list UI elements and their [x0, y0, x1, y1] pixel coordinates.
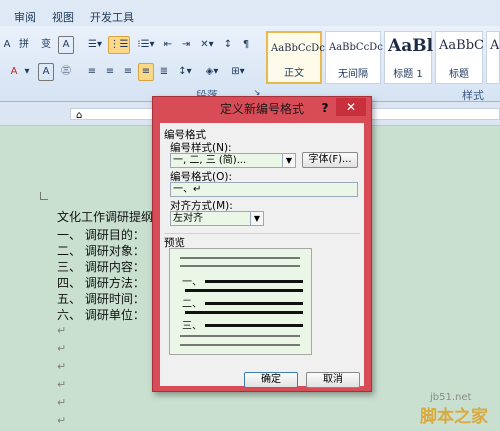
char-frame-icon[interactable]: A: [58, 36, 74, 54]
numbered-list-icon[interactable]: ⋮☰: [108, 36, 130, 54]
align-right-icon[interactable]: ≡: [120, 63, 136, 81]
style-sample: Aa: [490, 38, 500, 53]
paragraph-mark: ↵: [57, 378, 67, 391]
ribbon: A 拼 变 A A ▾ A ㊂ ☰▾ ⋮☰ ⁝☰▾ ⇤ ⇥ ✕▾ ↕ ¶ ≡ ≡…: [0, 26, 500, 102]
line-spacing-icon[interactable]: ↕▾: [174, 63, 196, 81]
style-name: 无间隔: [338, 69, 368, 80]
preview-line: [180, 257, 300, 259]
chevron-down-icon[interactable]: ▼: [250, 212, 263, 225]
close-icon[interactable]: ✕: [336, 98, 366, 116]
increase-indent-icon[interactable]: ⇥: [178, 36, 194, 54]
number-style-value: 一, 二, 三 (简)...: [173, 155, 247, 166]
style-sample: AaBbCcDc: [271, 43, 325, 54]
chevron-down-icon[interactable]: ▾: [22, 63, 32, 81]
font-size-icon[interactable]: A: [0, 36, 14, 54]
decrease-indent-icon[interactable]: ⇤: [160, 36, 176, 54]
preview-line: [180, 335, 300, 337]
preview-line: [205, 280, 303, 283]
tab-view[interactable]: 视图: [52, 9, 74, 25]
sort-icon[interactable]: ↕: [220, 36, 236, 54]
preview-number: 二、: [182, 299, 202, 310]
font-color-icon[interactable]: A: [6, 63, 22, 81]
doc-line: 六、 调研单位：: [57, 308, 145, 322]
font-button[interactable]: 字体(F)...: [302, 152, 358, 168]
paragraph-mark: ↵: [57, 324, 67, 337]
cancel-button[interactable]: 取消: [306, 372, 360, 388]
doc-line: 一、 调研目的：: [57, 228, 145, 242]
paragraph-mark: ↵: [57, 360, 67, 373]
justify-icon[interactable]: ≡: [138, 63, 154, 81]
number-format-input[interactable]: 一、↵: [170, 182, 358, 197]
define-numbering-dialog: 定义新编号格式 ? ✕ 编号格式 编号样式(N): 一, 二, 三 (简)...…: [152, 96, 372, 392]
style-name: 标题: [449, 69, 469, 80]
style-sample: AaBbC: [439, 38, 484, 53]
char-border-icon[interactable]: 变: [38, 36, 54, 54]
chinese-layout-icon[interactable]: ✕▾: [196, 36, 218, 54]
distributed-icon[interactable]: ≣: [156, 63, 172, 81]
style-card-title[interactable]: AaBbC 标题: [435, 31, 484, 84]
number-style-select[interactable]: 一, 二, 三 (简)... ▼: [170, 153, 296, 168]
preview-box: 一、 二、 三、: [169, 248, 312, 355]
align-left-icon[interactable]: ≡: [84, 63, 100, 81]
preview-number: 三、: [182, 321, 202, 332]
paragraph-mark: ↵: [57, 414, 67, 427]
preview-line: [185, 289, 303, 292]
indent-marker-icon[interactable]: ⌂: [76, 110, 82, 121]
style-card-partial[interactable]: Aa: [486, 31, 500, 84]
preview-line: [205, 324, 303, 327]
alignment-value: 左对齐: [173, 213, 203, 224]
ok-button[interactable]: 确定: [244, 372, 298, 388]
dialog-body: 编号格式 编号样式(N): 一, 二, 三 (简)... ▼ 字体(F)... …: [160, 123, 364, 388]
style-sample: AaBl: [388, 36, 434, 56]
margin-corner-mark: [40, 192, 48, 200]
preview-number: 一、: [182, 277, 202, 288]
preview-line: [205, 302, 303, 305]
paragraph-mark: ↵: [57, 396, 67, 409]
doc-line: 二、 调研对象：: [57, 244, 145, 258]
number-format-value: 一、↵: [173, 184, 202, 195]
doc-line-title: 文化工作调研提纲↵: [57, 210, 164, 224]
ribbon-tab-bar: 审阅 视图 开发工具: [0, 6, 500, 26]
help-icon[interactable]: ?: [318, 99, 332, 117]
show-marks-icon[interactable]: ¶: [238, 36, 254, 54]
doc-line: 三、 调研内容：: [57, 260, 145, 274]
doc-line: 五、 调研时间：: [57, 292, 145, 306]
borders-icon[interactable]: ⊞▾: [226, 63, 250, 81]
tab-review[interactable]: 审阅: [14, 9, 36, 25]
bullet-list-icon[interactable]: ☰▾: [84, 36, 106, 54]
multilevel-list-icon[interactable]: ⁝☰▾: [134, 36, 158, 54]
group-label-styles: 样式: [462, 89, 484, 102]
style-sample: AaBbCcDc: [329, 42, 383, 53]
style-name: 正文: [284, 68, 304, 79]
enclosed-char-icon[interactable]: ㊂: [58, 63, 74, 81]
watermark-logo: 脚本之家: [420, 407, 488, 427]
style-card-no-spacing[interactable]: AaBbCcDc 无间隔: [325, 31, 383, 84]
align-center-icon[interactable]: ≡: [102, 63, 118, 81]
preview-line: [180, 344, 300, 346]
chevron-down-icon[interactable]: ▼: [282, 154, 295, 167]
shading-icon[interactable]: ◈▾: [200, 63, 224, 81]
style-card-heading-1[interactable]: AaBl 标题 1: [384, 31, 434, 84]
preview-line: [185, 311, 303, 314]
alignment-select[interactable]: 左对齐 ▼: [170, 211, 264, 226]
paragraph-mark: ↵: [57, 342, 67, 355]
doc-line: 四、 调研方法：: [57, 276, 145, 290]
separator: [164, 233, 360, 234]
style-name: 标题 1: [393, 69, 423, 80]
style-card-normal[interactable]: AaBbCcDc 正文: [266, 31, 325, 84]
char-shading-icon[interactable]: A: [38, 63, 54, 81]
phonetic-icon[interactable]: 拼: [16, 36, 32, 54]
tab-developer[interactable]: 开发工具: [90, 9, 134, 25]
preview-line: [180, 265, 300, 267]
